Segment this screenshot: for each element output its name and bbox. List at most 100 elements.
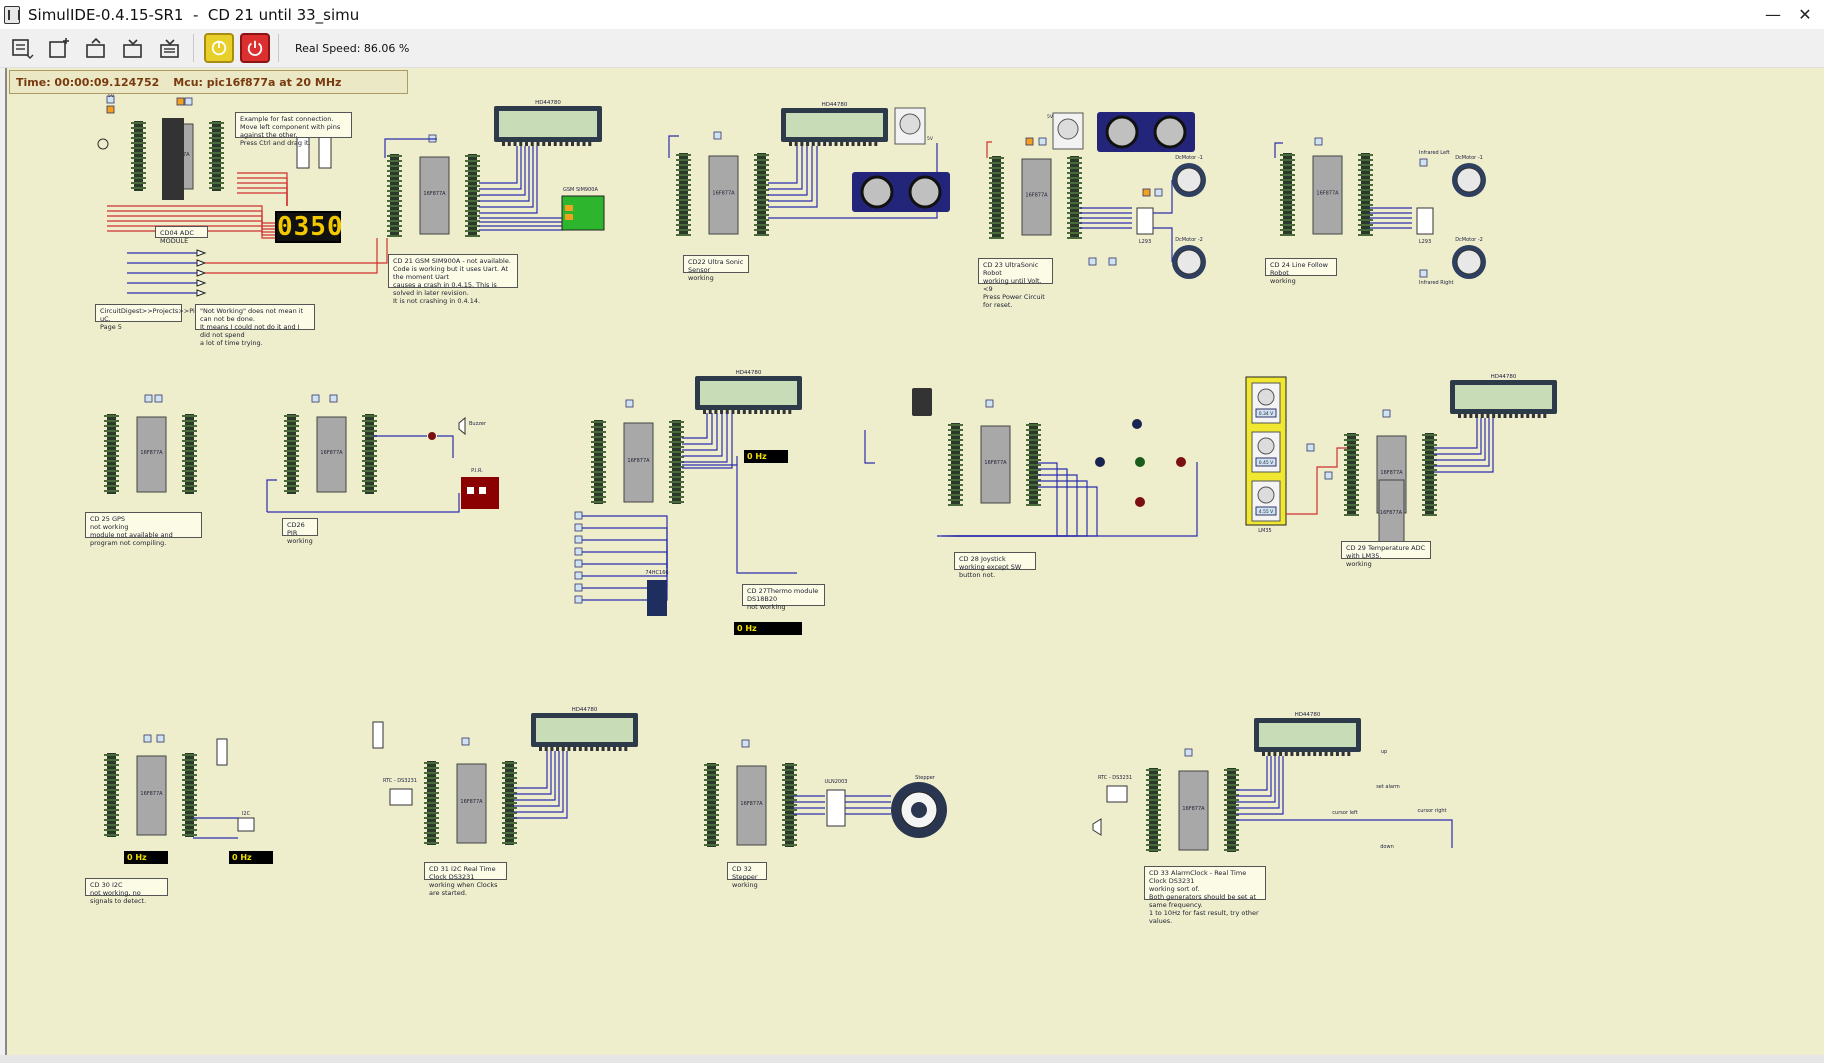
pin xyxy=(1224,839,1239,841)
note-cd28[interactable]: CD 28 Joystick working except SW button … xyxy=(954,552,1036,579)
pin xyxy=(1067,187,1082,189)
pin xyxy=(704,779,719,781)
note-cd23[interactable]: CD 23 UltraSonic Robot working until Vol… xyxy=(978,258,1053,309)
chip-label: 16F877A xyxy=(320,450,343,456)
pin xyxy=(284,460,299,462)
pin xyxy=(131,132,146,134)
note-not-working[interactable]: "Not Working" does not mean it can not b… xyxy=(195,304,315,347)
pin xyxy=(182,440,197,442)
components-menu-icon xyxy=(12,39,34,59)
pin xyxy=(502,822,517,824)
pin xyxy=(284,485,299,487)
pir-lens xyxy=(467,487,474,494)
pin xyxy=(104,425,119,427)
pin xyxy=(104,485,119,487)
pin xyxy=(1224,809,1239,811)
pin xyxy=(1067,167,1082,169)
save-circuit-button[interactable] xyxy=(118,33,148,63)
pin xyxy=(591,471,606,473)
lcd-pin xyxy=(576,142,580,146)
pin xyxy=(104,819,119,821)
pin xyxy=(989,227,1004,229)
pin xyxy=(1422,499,1437,501)
note-example[interactable]: Example for fast connection. Move left c… xyxy=(235,112,352,147)
pin xyxy=(1358,209,1373,211)
pin xyxy=(284,490,299,492)
pin xyxy=(387,210,402,212)
pin xyxy=(182,769,197,771)
note-cd27[interactable]: CD 27Thermo module DS18B20 not working xyxy=(742,584,825,611)
pin xyxy=(754,194,769,196)
lcd-pin xyxy=(845,142,849,146)
wire xyxy=(768,146,798,184)
lcd-screen xyxy=(499,111,597,137)
pin xyxy=(362,425,377,427)
lcd-pin xyxy=(1318,752,1322,756)
pin xyxy=(209,142,224,144)
pin xyxy=(989,212,1004,214)
note-cd21[interactable]: CD 21 GSM SIM900A - not available. Code … xyxy=(388,254,518,305)
pin xyxy=(1280,159,1295,161)
lcd-pin xyxy=(840,142,844,146)
note-cd29[interactable]: CD 29 Temperature ADC with LM35. working xyxy=(1341,541,1431,568)
pin xyxy=(948,459,963,461)
components-menu-button[interactable] xyxy=(7,33,37,63)
pin xyxy=(1358,174,1373,176)
pin xyxy=(104,759,119,761)
horizontal-scrollbar[interactable] xyxy=(0,1055,1824,1063)
pause-simulation-button[interactable] xyxy=(204,33,234,63)
wire xyxy=(582,551,668,568)
note-cd30[interactable]: CD 30 I2C not working, no signals to det… xyxy=(85,878,168,905)
pin xyxy=(676,179,691,181)
note-cd33[interactable]: CD 33 AlarmClock - Real Time Clock DS323… xyxy=(1144,866,1266,925)
note-cd26[interactable]: CD26 PIR working xyxy=(282,518,318,545)
pin xyxy=(782,819,797,821)
pin xyxy=(669,431,684,433)
note-cd25[interactable]: CD 25 GPS not working module not availab… xyxy=(85,512,202,547)
note-cd24[interactable]: CD 24 Line Follow Robot working xyxy=(1265,258,1337,285)
wire xyxy=(582,527,668,568)
note-cd32[interactable]: CD 32 Stepper working xyxy=(727,862,767,889)
pin xyxy=(1026,439,1041,441)
infrared-right-label: Infrared Right xyxy=(1419,280,1454,286)
close-button[interactable]: ✕ xyxy=(1782,0,1824,29)
buffer-gate xyxy=(196,289,207,297)
pin xyxy=(182,804,197,806)
wire xyxy=(1153,180,1173,214)
ultrasonic-eye xyxy=(1153,115,1187,149)
pin xyxy=(1422,479,1437,481)
gsm-pin xyxy=(565,205,573,211)
open-circuit-button[interactable] xyxy=(81,33,111,63)
pin xyxy=(1422,439,1437,441)
pin xyxy=(182,799,197,801)
pin xyxy=(502,762,517,764)
lcd-pin xyxy=(584,747,588,751)
new-circuit-button[interactable] xyxy=(44,33,74,63)
pin xyxy=(1067,157,1082,159)
circuit-canvas[interactable]: 16F877A 5V 16F877A HD44780 GSM SIM900A 16F877… xyxy=(5,68,1824,1063)
pin xyxy=(704,794,719,796)
lcd-pin xyxy=(1301,752,1305,756)
toolbar-separator xyxy=(278,34,279,62)
pin xyxy=(1344,514,1359,516)
pin xyxy=(989,157,1004,159)
pin xyxy=(182,824,197,826)
pin xyxy=(754,164,769,166)
pin xyxy=(669,441,684,443)
set-alarm-label: set alarm xyxy=(1376,784,1400,790)
note-cd22[interactable]: CD22 Ultra Sonic Sensor working xyxy=(683,255,749,282)
power-circuit-button[interactable] xyxy=(240,33,270,63)
save-as-button[interactable] xyxy=(155,33,185,63)
pin xyxy=(284,435,299,437)
lcd-pin xyxy=(1347,752,1351,756)
pin xyxy=(1280,184,1295,186)
wire xyxy=(237,177,288,206)
joystick-led xyxy=(1132,419,1142,429)
note-cd31[interactable]: CD 31 I2C Real Time Clock DS3231 working… xyxy=(424,862,507,897)
buffer-gate xyxy=(196,279,207,287)
save-circuit-icon xyxy=(123,39,142,58)
lcd-pin xyxy=(789,142,792,146)
l293-driver xyxy=(1136,207,1154,235)
pin xyxy=(209,122,224,124)
note-cd04-path[interactable]: CircuitDigest>>Projects>>Pic uC. Page 5 xyxy=(95,304,198,331)
